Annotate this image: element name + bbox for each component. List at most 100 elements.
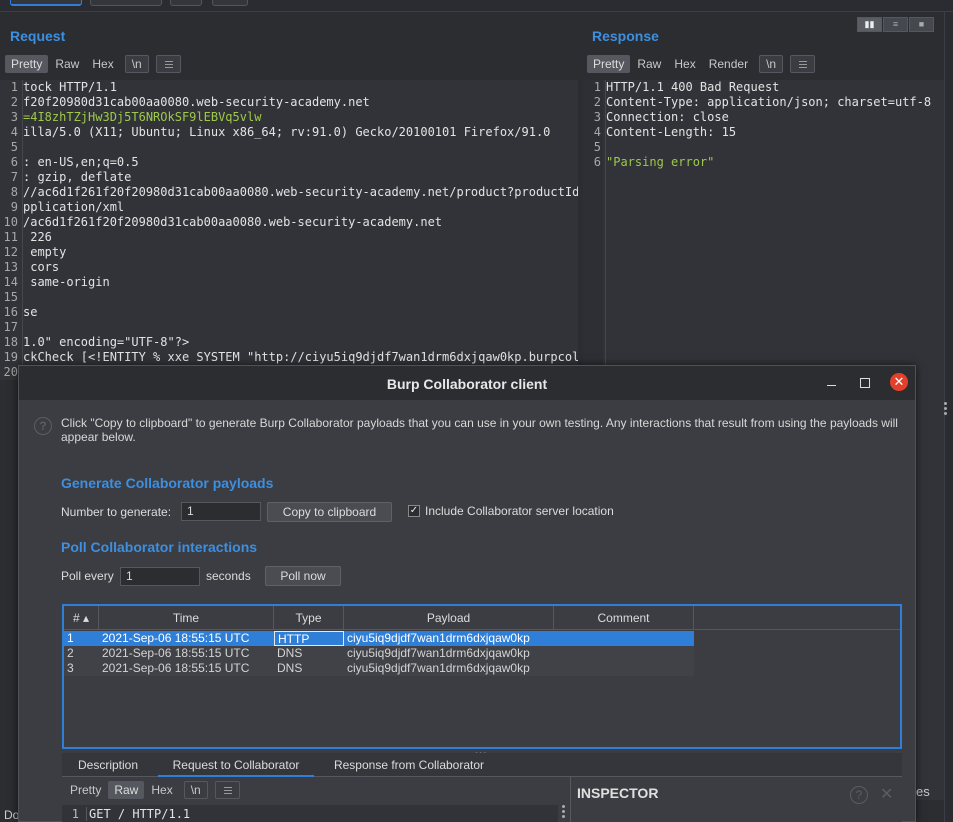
response-pane-title: Response bbox=[592, 28, 659, 44]
code-line: "Parsing error" bbox=[606, 155, 715, 169]
interactions-table[interactable]: # ▴ Time Type Payload Comment 1 2021-Sep… bbox=[62, 604, 902, 749]
response-view-tabs: Pretty Raw Hex Render \n bbox=[587, 55, 816, 73]
line-number: 11 bbox=[3, 230, 18, 244]
stacked-layout-icon[interactable]: ≡ bbox=[883, 17, 908, 32]
request-editor[interactable]: 1 2 3 4 5 6 7 8 9 10 11 12 13 14 15 16 17 18 19 20 tock HTT… bbox=[0, 80, 578, 380]
tab-description[interactable]: Description bbox=[68, 753, 148, 777]
intro-description: Click "Copy to clipboard" to generate Bu… bbox=[61, 416, 898, 444]
line-number: 6 bbox=[10, 155, 18, 169]
detail-request-editor[interactable]: 1 GET / HTTP/1.1 bbox=[62, 805, 558, 822]
resize-handle-icon[interactable] bbox=[944, 402, 948, 417]
response-tab-render[interactable]: Render bbox=[703, 55, 754, 73]
line-number: 13 bbox=[3, 260, 18, 274]
cell-number: 2 bbox=[67, 646, 74, 660]
code-line: Content-Type: application/json; charset=… bbox=[606, 95, 932, 109]
table-header: # ▴ Time Type Payload Comment bbox=[64, 606, 900, 630]
detail-tab-raw[interactable]: Raw bbox=[108, 781, 145, 799]
code-line: //ac6d1f261f20f20980d31cab00aa0080.web-s… bbox=[23, 185, 578, 199]
dialog-titlebar[interactable]: Burp Collaborator client ✕ bbox=[19, 366, 915, 400]
poll-interval-input[interactable]: 1 bbox=[120, 567, 200, 586]
table-row[interactable]: 2 2021-Sep-06 18:55:15 UTC DNS ciyu5iq9d… bbox=[64, 646, 694, 661]
tab-request-to-collaborator[interactable]: Request to Collaborator bbox=[158, 753, 314, 777]
code-line: HTTP/1.1 400 Bad Request bbox=[606, 80, 780, 94]
response-newline-toggle[interactable]: \n bbox=[759, 55, 784, 73]
poll-every-label: Poll every bbox=[61, 569, 114, 583]
side-by-side-layout-icon[interactable]: ▮▮ bbox=[857, 17, 882, 32]
line-number: 1 bbox=[593, 80, 601, 94]
top-tab[interactable] bbox=[90, 0, 162, 6]
line-number: 12 bbox=[3, 245, 18, 259]
column-header-time[interactable]: Time bbox=[99, 606, 274, 630]
line-number: 6 bbox=[593, 155, 601, 169]
detail-menu-icon[interactable] bbox=[214, 781, 240, 799]
column-header-payload[interactable]: Payload bbox=[344, 606, 554, 630]
detail-resize-handle-icon[interactable] bbox=[562, 805, 568, 820]
detail-tab-pretty[interactable]: Pretty bbox=[64, 781, 107, 799]
code-line: illa/5.0 (X11; Ubuntu; Linux x86_64; rv:… bbox=[23, 125, 551, 139]
inspector-close-icon[interactable]: ✕ bbox=[880, 784, 893, 804]
detail-request-line: GET / HTTP/1.1 bbox=[86, 807, 190, 821]
column-header-number[interactable]: # ▴ bbox=[64, 606, 99, 630]
table-row[interactable]: 3 2021-Sep-06 18:55:15 UTC DNS ciyu5iq9d… bbox=[64, 661, 694, 676]
cell-comment bbox=[554, 661, 694, 676]
code-line: =4I8zhTZjHw3Dj5T6NROkSF9lEBVq5vlw bbox=[23, 110, 262, 124]
response-tab-pretty[interactable]: Pretty bbox=[587, 55, 631, 73]
line-number: 5 bbox=[593, 140, 601, 154]
line-number: 15 bbox=[3, 290, 18, 304]
column-header-comment[interactable]: Comment bbox=[554, 606, 694, 630]
cell-comment bbox=[554, 631, 694, 646]
minimize-icon[interactable] bbox=[824, 374, 840, 390]
detail-tab-hex[interactable]: Hex bbox=[145, 781, 178, 799]
top-tab-active[interactable] bbox=[10, 0, 82, 6]
line-number: 14 bbox=[3, 275, 18, 289]
poll-now-button[interactable]: Poll now bbox=[265, 566, 341, 586]
top-tab[interactable] bbox=[212, 0, 248, 6]
request-pane-title: Request bbox=[10, 28, 66, 44]
line-number: 18 bbox=[3, 335, 18, 349]
line-number: 16 bbox=[3, 305, 18, 319]
code-line: 1.0" encoding="UTF-8"?> bbox=[23, 335, 190, 349]
tab-response-from-collaborator[interactable]: Response from Collaborator bbox=[324, 753, 494, 777]
right-scrollbar[interactable] bbox=[944, 12, 953, 822]
response-menu-icon[interactable] bbox=[790, 55, 816, 73]
response-tab-hex[interactable]: Hex bbox=[668, 55, 701, 73]
cell-payload: ciyu5iq9djdf7wan1drm6dxjqaw0kp bbox=[347, 661, 530, 675]
cell-type: HTTP bbox=[274, 631, 344, 646]
cell-number: 1 bbox=[67, 631, 74, 645]
copy-to-clipboard-button[interactable]: Copy to clipboard bbox=[267, 502, 392, 522]
line-number: 3 bbox=[593, 110, 601, 124]
cell-payload: ciyu5iq9djdf7wan1drm6dxjqaw0kp bbox=[347, 646, 530, 660]
line-number: 9 bbox=[10, 200, 18, 214]
inspector-help-icon[interactable]: ? bbox=[850, 786, 868, 804]
table-row[interactable]: 1 2021-Sep-06 18:55:15 UTC HTTP ciyu5iq9… bbox=[64, 631, 694, 646]
top-tab[interactable] bbox=[170, 0, 202, 6]
code-line: same-origin bbox=[23, 275, 110, 289]
inspector-title: INSPECTOR bbox=[577, 785, 659, 801]
request-tab-raw[interactable]: Raw bbox=[49, 55, 85, 73]
request-newline-toggle[interactable]: \n bbox=[124, 55, 149, 73]
include-server-location-checkbox[interactable]: ✓ bbox=[408, 505, 420, 517]
request-tab-hex[interactable]: Hex bbox=[86, 55, 119, 73]
column-header-type[interactable]: Type bbox=[274, 606, 344, 630]
cell-comment bbox=[554, 646, 694, 661]
detail-newline-toggle[interactable]: \n bbox=[183, 781, 208, 799]
single-pane-layout-icon[interactable]: ■ bbox=[909, 17, 934, 32]
detail-tabs: Description Request to Collaborator Resp… bbox=[62, 753, 902, 777]
request-tab-pretty[interactable]: Pretty bbox=[5, 55, 49, 73]
code-line: : en-US,en;q=0.5 bbox=[23, 155, 139, 169]
code-line: /ac6d1f261f20f20980d31cab00aa0080.web-se… bbox=[23, 215, 443, 229]
number-to-generate-input[interactable]: 1 bbox=[181, 502, 261, 521]
inspector-divider[interactable] bbox=[570, 777, 571, 822]
maximize-icon[interactable] bbox=[857, 374, 873, 390]
response-tab-raw[interactable]: Raw bbox=[631, 55, 667, 73]
generate-section-title: Generate Collaborator payloads bbox=[61, 475, 274, 491]
line-number: 20 bbox=[3, 365, 18, 379]
cell-time: 2021-Sep-06 18:55:15 UTC bbox=[102, 661, 250, 675]
line-number: 7 bbox=[10, 170, 18, 184]
request-menu-icon[interactable] bbox=[155, 55, 181, 73]
close-icon[interactable]: ✕ bbox=[890, 373, 908, 391]
help-icon[interactable]: ? bbox=[34, 417, 52, 435]
top-tab-strip bbox=[0, 0, 953, 12]
request-code[interactable]: tock HTTP/1.1 f20f20980d31cab00aa0080.web… bbox=[22, 80, 578, 380]
